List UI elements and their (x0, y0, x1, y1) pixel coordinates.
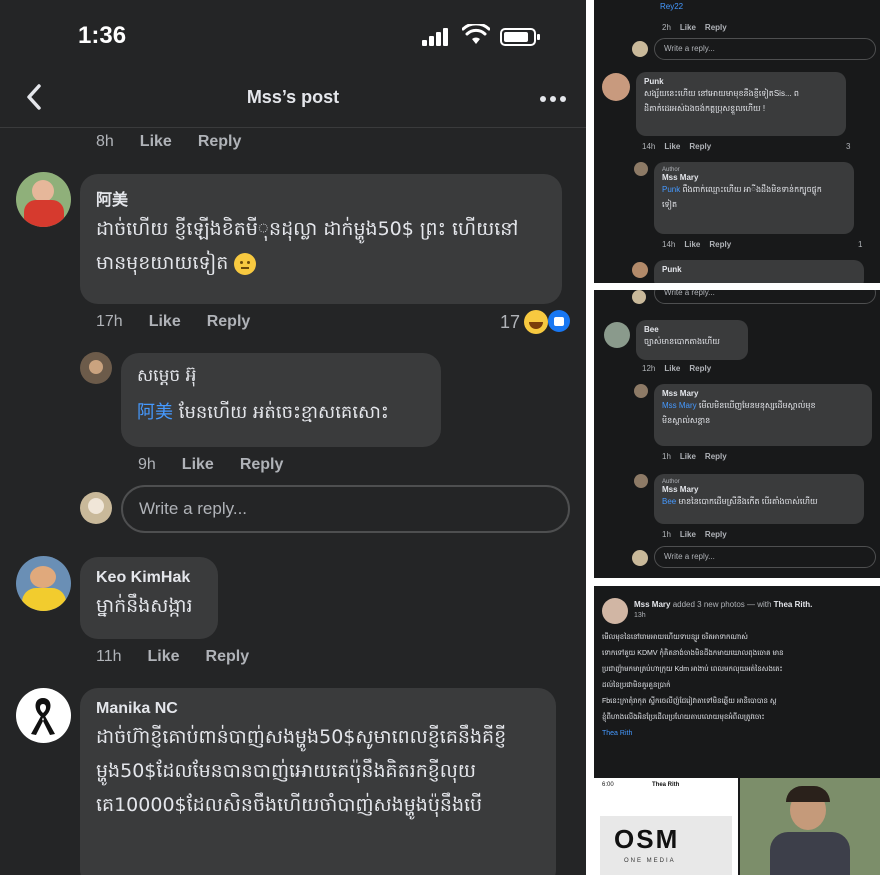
screenshot-panel-middle: Write a reply... Bee ច្បាស់មានបោកតាងហើយ … (594, 290, 880, 578)
post-time: 13h (634, 612, 646, 619)
comment-time: 17h (96, 313, 123, 330)
black-ribbon-avatar[interactable] (16, 688, 71, 743)
my-avatar (632, 550, 648, 566)
page-title: Mss’s post (246, 87, 340, 107)
comment-meta: 1h Like Reply (662, 530, 727, 539)
avatar[interactable] (16, 172, 71, 227)
comment-author[interactable]: សម្តេច អ៊ុ (137, 365, 425, 390)
comment-time: 11h (96, 648, 122, 665)
post-photo[interactable]: 6:00 Thea Rith OSM ONE MEDIA (594, 778, 738, 875)
comment-meta: 1h Like Reply (662, 452, 727, 461)
reaction-count[interactable]: 17 (500, 312, 520, 333)
reply-bubble: Mss Mary Mss Mary មើលមិនឃើញមែនមនុស្សដើមស… (654, 384, 872, 446)
comment-author[interactable]: Rey22 (660, 2, 683, 11)
status-time: 1:36 (78, 22, 127, 49)
comment-author[interactable]: 阿美 (96, 186, 546, 210)
comment-author[interactable]: Keo KimHak (96, 569, 202, 587)
reply-input[interactable]: Write a reply... (654, 38, 876, 60)
my-avatar (632, 290, 646, 304)
avatar[interactable] (604, 322, 630, 348)
comment-meta: 2h Like Reply (662, 23, 727, 32)
avatar[interactable] (80, 352, 112, 384)
post-header: Mss Mary added 3 new photos — with Thea … (634, 600, 813, 609)
osm-logo: OSM (614, 824, 680, 854)
comment-meta: 14h Like Reply (662, 240, 732, 249)
comment-author[interactable]: Manika NC (96, 700, 540, 718)
reply-input[interactable]: Write a reply... (654, 546, 876, 568)
mention-link[interactable]: 阿美 (137, 402, 173, 423)
like-reaction-icon (548, 310, 570, 332)
comment-text: ម្នាក់នឹងសង្ការ (96, 595, 193, 617)
avatar[interactable] (602, 598, 628, 624)
comment-meta: 12h Like Reply (642, 364, 712, 373)
reply-bubble: Author Mss Mary Bee មាននៃបោកដើមស្រីនឹងកើ… (654, 474, 864, 524)
screenshot-collage: 1:36 Mss’s post 8h Like Reply 阿美 ដាច់ហើយ… (0, 0, 880, 875)
mourning-ribbon-icon (31, 698, 55, 735)
more-options-icon[interactable] (540, 96, 566, 102)
reply-link[interactable]: Reply (207, 313, 251, 330)
battery-icon (500, 28, 540, 46)
comment-bubble: Keo KimHak ម្នាក់នឹងសង្ការ (80, 557, 218, 639)
avatar[interactable] (634, 384, 648, 398)
like-link[interactable]: Like (140, 133, 172, 150)
post-photo[interactable] (740, 778, 880, 875)
comment-meta: 17h Like Reply (96, 313, 250, 331)
post-text: មើលមុខនៃនៅរោមអាយហើយទាបន្សួរ ចរិតអាទាកណាស… (602, 634, 784, 737)
haha-reaction-icon (524, 310, 548, 334)
reply-input[interactable]: Write a reply... (121, 485, 570, 533)
reply-bubble: សម្តេច អ៊ុ 阿美 មែនហើយ អត់ចេះខ្មាសគេសោះ (121, 353, 441, 447)
post-header: Mss’s post (0, 70, 586, 128)
reaction-count[interactable]: 3 (846, 142, 850, 151)
avatar[interactable] (602, 73, 630, 101)
reaction-count[interactable]: 1 (858, 240, 862, 249)
like-link[interactable]: Like (148, 648, 180, 665)
comment-time: 9h (138, 456, 156, 473)
comment-bubble: 阿美 ដាច់ហើយ ខ្ញីឡើងខិតមី​ុនដុល្លា ដាក់ម្ហ… (80, 174, 562, 304)
reply-link[interactable]: Reply (198, 133, 242, 150)
cellular-signal-icon (422, 28, 450, 46)
avatar[interactable] (16, 556, 71, 611)
tag-link[interactable]: Thea Rith (602, 730, 632, 737)
comment-meta: 8h Like Reply (96, 133, 241, 151)
comment-text: ដាច់ហ៊ាខ្ញីគោប់ពាន់បាញ់សងម្ហូង50$សូមាពេល… (96, 726, 507, 816)
status-bar: 1:36 (0, 0, 586, 70)
reply-link[interactable]: Reply (240, 456, 284, 473)
comment-time: 8h (96, 133, 114, 150)
comment-bubble: Manika NC ដាច់ហ៊ាខ្ញីគោប់ពាន់បាញ់សងម្ហូង… (80, 688, 556, 875)
smile-emoji-icon (234, 252, 257, 275)
avatar[interactable] (634, 162, 648, 176)
main-phone-screen: 1:36 Mss’s post 8h Like Reply 阿美 ដាច់ហើយ… (0, 0, 586, 875)
my-avatar (80, 492, 112, 524)
comment-meta: 14h Like Reply (642, 142, 712, 151)
comment-text: ដាច់ហើយ ខ្ញីឡើងខិតមី​ុនដុល្លា ដាក់ម្ហូង5… (96, 218, 519, 275)
reply-link[interactable]: Reply (206, 648, 250, 665)
screenshot-panel-post: Mss Mary added 3 new photos — with Thea … (594, 586, 880, 875)
comment-text: 阿美 មែនហើយ អត់ចេះខ្មាសគេសោះ (137, 402, 389, 423)
reply-bubble: Author Mss Mary Punk ពឹងពាក់ឈ្មោះហើយ អាី… (654, 162, 854, 234)
like-link[interactable]: Like (149, 313, 181, 330)
like-link[interactable]: Like (182, 456, 214, 473)
reply-placeholder: Write a reply... (139, 499, 248, 518)
reply-input[interactable]: Write a reply... (654, 290, 876, 304)
comment-bubble: Bee ច្បាស់មានបោកតាងហើយ (636, 320, 748, 360)
wifi-icon (462, 24, 490, 44)
avatar[interactable] (632, 262, 648, 278)
comment-meta: 9h Like Reply (138, 456, 283, 474)
my-avatar (632, 41, 648, 57)
screenshot-panel-top: Rey22 2h Like Reply Write a reply... Punk … (594, 0, 880, 283)
comment-meta: 11h Like Reply (96, 648, 249, 666)
comment-bubble: Punk សង្ស័យនេះហើយ នៅអោយមាមុខនឹងខ្ញីទៀតSi… (636, 72, 846, 136)
comment-bubble: Punk (654, 260, 864, 283)
avatar[interactable] (634, 474, 648, 488)
